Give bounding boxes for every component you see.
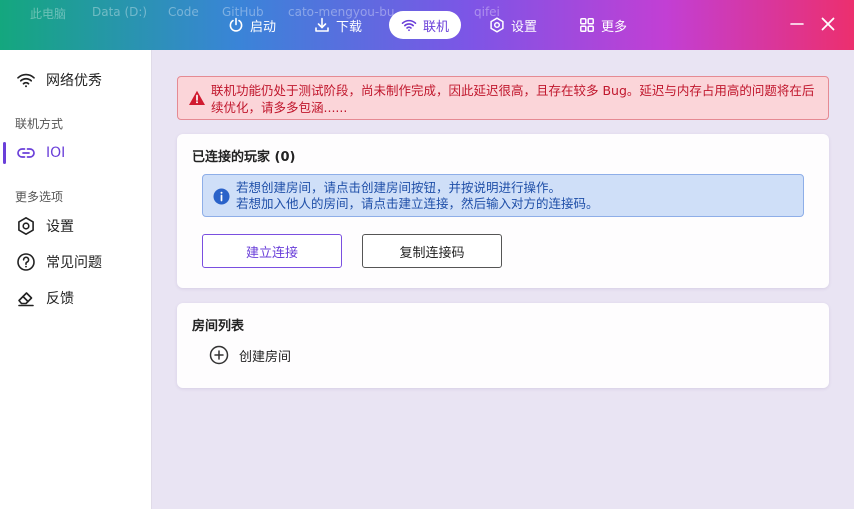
info-line: 若想创建房间，请点击创建房间按钮，并按说明进行操作。 [236, 180, 562, 195]
wifi-icon [17, 73, 35, 88]
sidebar-item-feedback[interactable]: 反馈 [0, 282, 152, 314]
settings-icon [490, 17, 504, 33]
minimize-icon [790, 23, 804, 25]
plus-circle-icon [209, 345, 229, 365]
nav-tab-label: 启动 [250, 19, 277, 35]
card-title: 房间列表 [192, 319, 245, 334]
info-text: 若想创建房间，请点击创建房间按钮，并按说明进行操作。 若想加入他人的房间，请点击… [236, 180, 793, 212]
sidebar: 网络优秀 联机方式 IOI 更多选项 设置 常见问题 反馈 [0, 50, 152, 509]
sidebar-item-label: 网络优秀 [46, 73, 102, 89]
sidebar-item-label: 设置 [46, 219, 74, 235]
nav-tab-label: 下载 [336, 19, 363, 35]
sidebar-item-network[interactable]: 网络优秀 [0, 64, 152, 96]
nav-tab-more[interactable]: 更多 [567, 11, 639, 39]
warning-banner: 联机功能仍处于测试阶段，尚未制作完成，因此延迟很高，且存在较多 Bug。延迟与内… [177, 76, 829, 120]
breadcrumb-item: Code [168, 5, 199, 19]
nav-tab-multiplayer[interactable]: 联机 [389, 11, 462, 39]
minimize-button[interactable] [787, 14, 807, 34]
connected-players-card: 已连接的玩家 (0) 若想创建房间，请点击创建房间按钮，并按说明进行操作。 若想… [177, 134, 829, 288]
copy-code-button[interactable]: 复制连接码 [362, 234, 502, 268]
sidebar-item-faq[interactable]: 常见问题 [0, 246, 152, 278]
sidebar-item-label: 常见问题 [46, 255, 102, 271]
nav-tab-launch[interactable]: 启动 [216, 11, 288, 39]
close-button[interactable] [818, 14, 838, 34]
sidebar-section-header: 更多选项 [15, 190, 64, 204]
connect-button[interactable]: 建立连接 [202, 234, 342, 268]
sidebar-item-settings[interactable]: 设置 [0, 210, 152, 242]
warning-text: 联机功能仍处于测试阶段，尚未制作完成，因此延迟很高，且存在较多 Bug。延迟与内… [211, 83, 815, 115]
eraser-icon [18, 292, 34, 307]
question-icon [17, 253, 35, 271]
grid-icon [580, 18, 594, 32]
close-icon [821, 17, 835, 31]
settings-icon [18, 217, 34, 235]
wifi-icon [401, 19, 417, 32]
nav-tab-label: 更多 [601, 19, 628, 35]
breadcrumb-item: 此电脑 [30, 7, 67, 21]
main-content: 联机功能仍处于测试阶段，尚未制作完成，因此延迟很高，且存在较多 Bug。延迟与内… [153, 50, 854, 509]
link-icon [17, 148, 35, 158]
sidebar-item-label: 反馈 [46, 291, 74, 307]
info-icon [213, 188, 230, 205]
info-banner: 若想创建房间，请点击创建房间按钮，并按说明进行操作。 若想加入他人的房间，请点击… [202, 174, 804, 217]
create-room-label: 创建房间 [239, 349, 292, 365]
sidebar-section-header: 联机方式 [15, 117, 64, 131]
nav-tab-download[interactable]: 下载 [302, 11, 374, 39]
info-line: 若想加入他人的房间，请点击建立连接，然后输入对方的连接码。 [236, 196, 599, 211]
title-bar: 此电脑 Data (D:) Code GitHub cato-mengyou-b… [0, 0, 854, 50]
warning-icon [189, 90, 205, 105]
breadcrumb-item: Data (D:) [92, 5, 148, 19]
room-list-card: 房间列表 创建房间 [177, 303, 829, 388]
nav-tab-label: 设置 [511, 19, 538, 35]
download-icon [315, 17, 329, 32]
sidebar-item-ioi[interactable]: IOI [0, 137, 152, 169]
card-title: 已连接的玩家 (0) [192, 150, 296, 165]
sidebar-item-label: IOI [46, 145, 66, 161]
create-room-button[interactable]: 创建房间 [209, 345, 291, 365]
power-icon [229, 17, 243, 32]
nav-tab-settings[interactable]: 设置 [477, 11, 549, 39]
nav-tab-label: 联机 [423, 19, 450, 35]
